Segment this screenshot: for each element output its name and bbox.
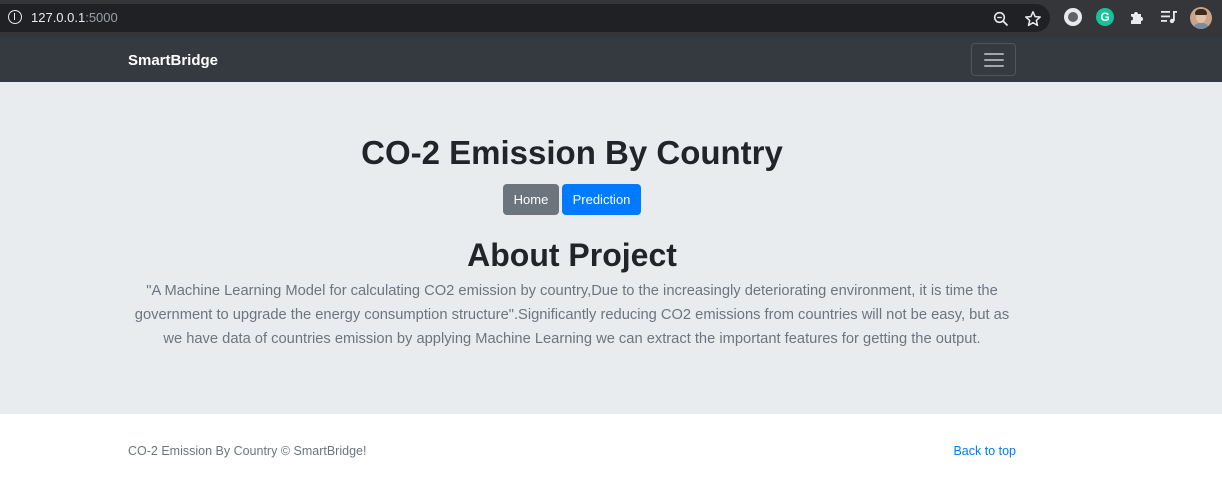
home-button[interactable]: Home <box>503 184 559 215</box>
jumbotron: CO-2 Emission By Country Home Prediction… <box>0 82 1222 414</box>
star-icon[interactable] <box>1024 10 1042 28</box>
about-title: About Project <box>467 237 677 273</box>
hamburger-icon <box>984 53 1004 55</box>
media-queue-icon[interactable] <box>1160 8 1178 26</box>
footer-copyright: CO-2 Emission By Country © SmartBridge! <box>128 444 367 458</box>
back-to-top-link[interactable]: Back to top <box>953 443 1016 459</box>
footer: CO-2 Emission By Country © SmartBridge! … <box>0 414 1222 496</box>
navbar-toggler[interactable] <box>971 43 1016 76</box>
puzzle-icon[interactable] <box>1128 8 1146 26</box>
url-text[interactable]: 127.0.0.1:5000 <box>31 10 118 26</box>
address-bar[interactable]: 127.0.0.1:5000 <box>0 4 1050 32</box>
site-navbar: SmartBridge <box>0 38 1222 82</box>
grammarly-icon[interactable]: G <box>1096 8 1114 26</box>
url-host: 127.0.0.1 <box>31 10 86 25</box>
zoom-icon[interactable] <box>993 11 1009 27</box>
extension-circle-icon[interactable] <box>1064 8 1082 26</box>
browser-toolbar: 127.0.0.1:5000 G <box>0 0 1222 38</box>
profile-avatar[interactable] <box>1190 7 1212 29</box>
about-text: "A Machine Learning Model for calculatin… <box>134 283 1010 347</box>
prediction-button[interactable]: Prediction <box>562 184 641 215</box>
navbar-brand[interactable]: SmartBridge <box>128 52 218 70</box>
info-icon[interactable] <box>8 10 22 24</box>
url-port: :5000 <box>85 10 118 25</box>
page-title: CO-2 Emission By Country <box>361 134 783 171</box>
